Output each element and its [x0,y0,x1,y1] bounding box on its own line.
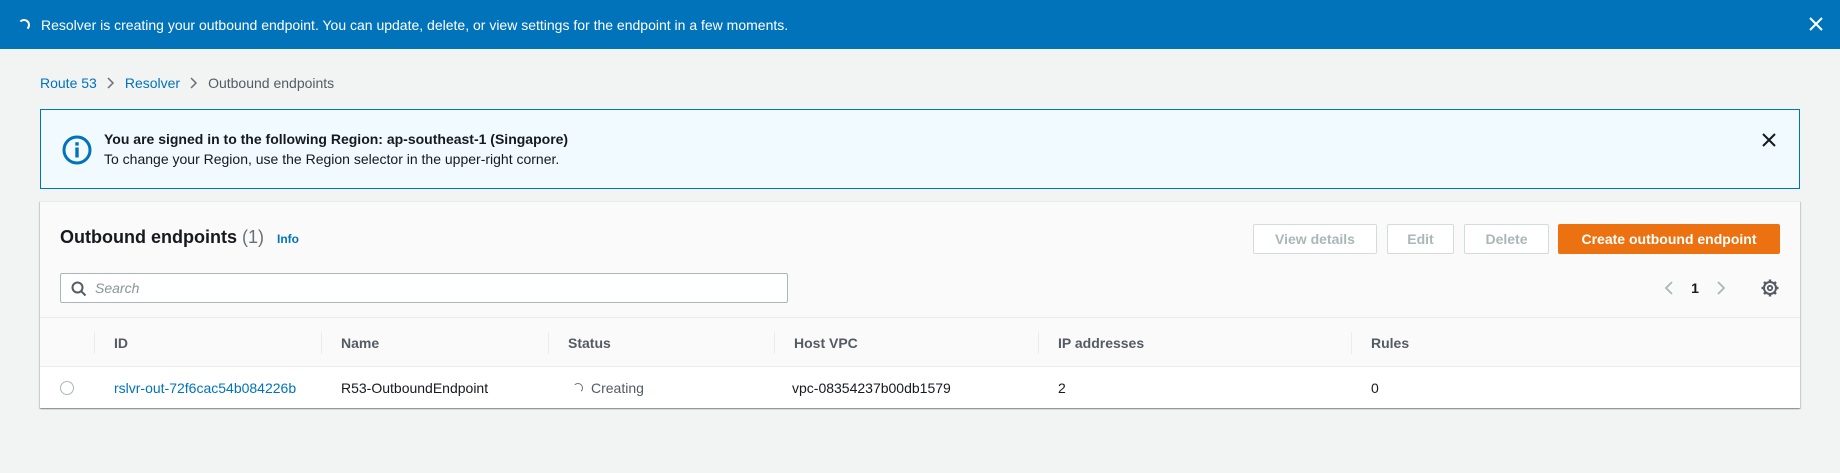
table-count: (1) [241,227,264,247]
alert-close-icon[interactable] [1759,130,1779,150]
info-icon [62,135,92,165]
rules-count: 0 [1371,380,1379,396]
breadcrumb-route53[interactable]: Route 53 [40,75,97,91]
view-details-button[interactable]: View details [1253,224,1377,254]
status-text: Creating [591,380,644,396]
create-outbound-endpoint-button[interactable]: Create outbound endpoint [1558,224,1780,254]
flash-close-icon[interactable] [1806,14,1826,34]
column-header-ip-addresses[interactable]: IP addresses [1038,318,1144,367]
column-header-host-vpc[interactable]: Host VPC [774,318,858,367]
search-input[interactable] [95,278,775,298]
breadcrumb-resolver[interactable]: Resolver [125,75,180,91]
status-loading-icon [573,383,583,393]
pagination: 1 [1662,280,1728,296]
ip-addresses-count: 2 [1058,380,1066,396]
host-vpc: vpc-08354237b00db1579 [792,380,951,396]
table-column-headers: ID Name Status Host VPC IP addresses Rul… [40,318,1800,367]
chevron-right-icon [180,77,208,89]
column-header-name[interactable]: Name [321,318,379,367]
row-select-radio[interactable] [60,381,74,395]
gear-icon[interactable] [1760,278,1780,298]
alert-title: You are signed in to the following Regio… [104,131,569,147]
chevron-right-icon [97,77,125,89]
table-title: Outbound endpoints (1) Info [60,227,299,248]
region-info-alert: You are signed in to the following Regio… [40,109,1800,189]
endpoint-name: R53-OutboundEndpoint [341,380,489,396]
chevron-left-icon[interactable] [1662,280,1678,296]
delete-button[interactable]: Delete [1464,224,1549,254]
search-icon [71,281,87,297]
table-header: Outbound endpoints (1) Info View details… [40,202,1800,318]
column-header-status[interactable]: Status [548,318,611,367]
chevron-right-icon[interactable] [1712,280,1728,296]
alert-body: To change your Region, use the Region se… [104,151,560,167]
breadcrumb: Route 53 Resolver Outbound endpoints [40,75,334,91]
edit-button[interactable]: Edit [1387,224,1454,254]
search-box [60,273,788,303]
column-header-rules[interactable]: Rules [1351,318,1409,367]
table-row[interactable]: rslvr-out-72f6cac54b084226b R53-Outbound… [40,367,1800,409]
outbound-endpoints-table: Outbound endpoints (1) Info View details… [40,201,1800,408]
flash-message: Resolver is creating your outbound endpo… [41,16,789,33]
breadcrumb-current: Outbound endpoints [208,75,335,91]
column-header-id[interactable]: ID [94,318,128,367]
flash-banner: Resolver is creating your outbound endpo… [0,0,1840,49]
endpoint-id-link[interactable]: rslvr-out-72f6cac54b084226b [114,380,296,396]
loading-spinner-icon [18,18,30,31]
current-page[interactable]: 1 [1678,280,1712,296]
table-title-text: Outbound endpoints [60,227,237,247]
info-link[interactable]: Info [277,232,299,246]
